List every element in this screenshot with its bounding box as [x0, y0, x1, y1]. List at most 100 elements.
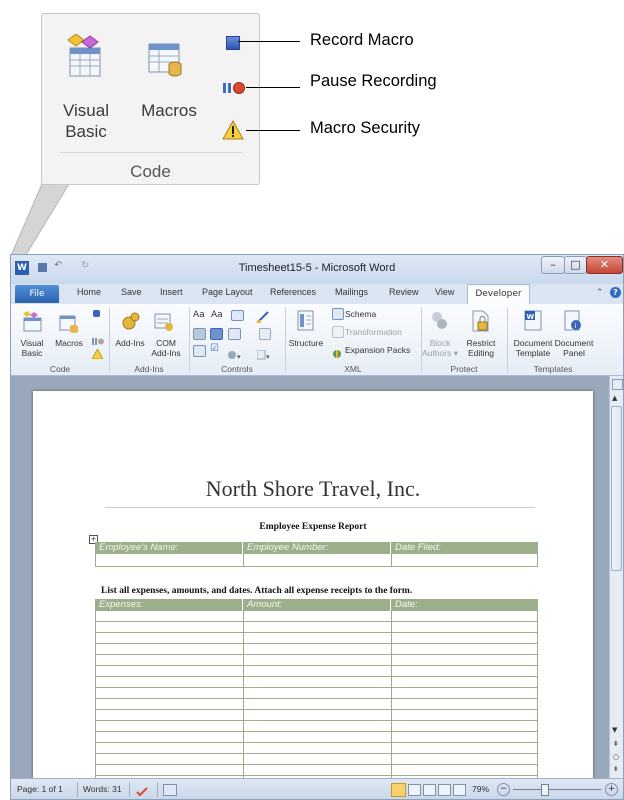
- tab-developer[interactable]: Developer: [467, 284, 530, 304]
- pause-recording-icon[interactable]: [92, 330, 104, 345]
- structure-icon[interactable]: [297, 310, 315, 332]
- com-addins-label[interactable]: COM Add-Ins: [145, 338, 187, 358]
- macros-label[interactable]: Macros: [51, 338, 87, 348]
- print-layout-view-icon[interactable]: [391, 783, 406, 797]
- macro-security-icon[interactable]: [91, 344, 104, 360]
- code-group-label: Code: [49, 364, 71, 374]
- document-page[interactable]: North Shore Travel, Inc. Employee Expens…: [33, 391, 593, 778]
- tab-home[interactable]: Home: [77, 287, 101, 297]
- close-button[interactable]: ✕: [586, 256, 623, 274]
- expense-table-row[interactable]: [96, 622, 537, 633]
- addins-label[interactable]: Add-Ins: [111, 338, 149, 348]
- expense-table-row[interactable]: [96, 611, 537, 622]
- com-addins-icon[interactable]: [154, 312, 174, 332]
- plain-text-control-icon[interactable]: Aa: [211, 310, 223, 320]
- zoom-slider-track[interactable]: [513, 789, 601, 790]
- vertical-scrollbar[interactable]: ▲ ▼ ⇞ ○ ⇟: [609, 376, 623, 778]
- svg-text:▾: ▾: [266, 353, 270, 360]
- record-macro-icon[interactable]: [226, 36, 240, 50]
- document-template-label[interactable]: Document Template: [511, 338, 555, 358]
- page-count[interactable]: Page: 1 of 1: [17, 784, 63, 794]
- transformation-icon: [332, 326, 344, 338]
- expense-table-row[interactable]: [96, 743, 537, 754]
- dropdown-list-icon[interactable]: [228, 328, 241, 340]
- combo-box-icon[interactable]: [210, 328, 223, 340]
- tab-review[interactable]: Review: [389, 287, 419, 297]
- macro-security-icon[interactable]: [222, 119, 244, 140]
- expense-table-row[interactable]: [96, 666, 537, 677]
- expansion-packs-icon[interactable]: [332, 344, 342, 358]
- expense-table-row[interactable]: [96, 765, 537, 776]
- word-count[interactable]: Words: 31: [83, 784, 122, 794]
- macros-icon: [147, 40, 187, 80]
- expense-table-row[interactable]: [96, 699, 537, 710]
- window-title: Timesheet15-5 - Microsoft Word: [238, 262, 396, 274]
- macro-record-status-icon[interactable]: [163, 784, 177, 796]
- expense-table-row[interactable]: [96, 633, 537, 644]
- visual-basic-icon[interactable]: [21, 310, 43, 332]
- expense-table-row[interactable]: [96, 710, 537, 721]
- tab-save[interactable]: Save: [121, 287, 142, 297]
- restrict-editing-icon[interactable]: [470, 310, 490, 332]
- outline-view-icon[interactable]: [438, 784, 451, 796]
- properties-icon[interactable]: [259, 328, 271, 340]
- help-icon[interactable]: ?: [610, 287, 621, 298]
- ruler-toggle-icon[interactable]: [612, 379, 623, 390]
- expense-table-row[interactable]: [96, 754, 537, 765]
- zoom-level[interactable]: 79%: [472, 784, 489, 794]
- structure-label[interactable]: Structure: [286, 338, 326, 348]
- select-browse-object-icon[interactable]: ○: [613, 753, 619, 761]
- schema-label[interactable]: Schema: [345, 309, 376, 319]
- expense-table-row[interactable]: [96, 721, 537, 732]
- macro-security-text: Macro Security: [310, 119, 421, 137]
- expense-table-row[interactable]: [96, 677, 537, 688]
- info-table-row[interactable]: [95, 554, 538, 567]
- scroll-up-arrow-icon[interactable]: ▲: [612, 394, 617, 402]
- proofing-icon[interactable]: [135, 783, 149, 797]
- legacy-tools-icon[interactable]: ▾: [227, 345, 243, 361]
- draft-view-icon[interactable]: [453, 784, 466, 796]
- macros-icon[interactable]: [59, 314, 79, 334]
- addins-gear-icon[interactable]: [121, 311, 141, 331]
- tab-mailings[interactable]: Mailings: [335, 287, 368, 297]
- maximize-button[interactable]: □: [564, 256, 587, 274]
- tab-references[interactable]: References: [270, 287, 316, 297]
- document-template-icon[interactable]: W: [523, 310, 543, 332]
- expense-table-row[interactable]: [96, 655, 537, 666]
- expense-table-row[interactable]: [96, 732, 537, 743]
- tab-file[interactable]: File: [15, 285, 59, 303]
- record-macro-icon[interactable]: [93, 310, 100, 317]
- full-screen-view-icon[interactable]: [408, 784, 421, 796]
- scroll-thumb[interactable]: [611, 406, 622, 571]
- restrict-editing-label[interactable]: Restrict Editing: [460, 338, 502, 358]
- schema-icon[interactable]: [332, 308, 344, 320]
- previous-page-icon[interactable]: ⇞: [613, 740, 619, 748]
- picture-control-icon[interactable]: [231, 310, 244, 321]
- zoom-slider-thumb[interactable]: [541, 784, 549, 796]
- pause-recording-icon[interactable]: [223, 80, 247, 94]
- tab-view[interactable]: View: [435, 287, 454, 297]
- visual-basic-label[interactable]: Visual Basic: [13, 338, 51, 358]
- expense-table-row[interactable]: [96, 688, 537, 699]
- group-control-icon[interactable]: ▾: [256, 345, 271, 361]
- document-panel-label[interactable]: Document Panel: [552, 338, 596, 358]
- document-panel-icon[interactable]: i: [563, 310, 583, 332]
- scroll-down-arrow-icon[interactable]: ▼: [612, 726, 617, 734]
- visual-basic-label[interactable]: Visual Basic: [56, 100, 116, 142]
- zoom-in-button[interactable]: +: [605, 783, 618, 796]
- rich-text-control-icon[interactable]: Aa: [193, 310, 205, 320]
- macros-label[interactable]: Macros: [134, 100, 204, 121]
- minimize-ribbon-icon[interactable]: ⌃: [596, 288, 604, 298]
- expansion-packs-label[interactable]: Expansion Packs: [345, 345, 410, 355]
- next-page-icon[interactable]: ⇟: [613, 765, 619, 773]
- date-picker-icon[interactable]: [193, 345, 206, 357]
- building-block-icon[interactable]: [193, 328, 206, 340]
- zoom-out-button[interactable]: −: [497, 783, 510, 796]
- tab-page-layout[interactable]: Page Layout: [202, 287, 253, 297]
- tab-insert[interactable]: Insert: [160, 287, 183, 297]
- expense-table-row[interactable]: [96, 644, 537, 655]
- web-layout-view-icon[interactable]: [423, 784, 436, 796]
- minimize-button[interactable]: –: [541, 256, 565, 274]
- checkbox-control-icon[interactable]: ☑: [210, 343, 219, 354]
- design-mode-icon[interactable]: [257, 308, 270, 323]
